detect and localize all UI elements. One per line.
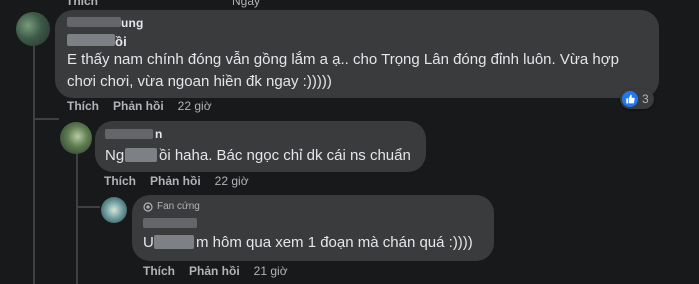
reply-link[interactable]: Phản hồi — [113, 99, 164, 113]
thread-line-branch-1 — [33, 118, 59, 120]
comment-time[interactable]: 22 giờ — [215, 174, 249, 188]
avatar[interactable] — [60, 122, 92, 154]
thread-line-main — [33, 46, 35, 284]
fan-badge-label: Fan cứng — [157, 201, 200, 212]
reaction-summary[interactable]: 3 — [620, 89, 654, 109]
comment-text-prefix: U — [143, 234, 154, 251]
thread-line-branch-2 — [76, 206, 100, 208]
like-link[interactable]: Thích — [67, 99, 99, 113]
comment-bubble: n Ng ồi haha. Bác ngọc chỉ dk cái ns chu… — [95, 121, 426, 172]
prev-actions-row: Thích Ngày — [66, 0, 260, 8]
avatar[interactable] — [16, 12, 50, 46]
comment-actions: Thích Phản hồi 21 giờ — [143, 264, 288, 278]
comment-actions: Thích Phản hồi 22 giờ — [67, 99, 212, 113]
comment-author[interactable]: n — [155, 127, 163, 141]
comment-author[interactable]: ung — [121, 16, 144, 30]
thread-line-sub — [76, 152, 78, 284]
thumbs-up-icon — [622, 91, 638, 107]
avatar[interactable] — [101, 197, 127, 223]
comment-text-line2: chơi chơi, vừa ngoan hiền đk ngay :))))) — [67, 73, 332, 90]
fan-badge-icon — [143, 201, 153, 212]
comment-text: ồi haha. Bác ngọc chỉ dk cái ns chuẩn — [159, 147, 411, 164]
prev-time: Ngày — [232, 0, 261, 8]
like-link[interactable]: Thích — [104, 174, 136, 188]
reaction-count: 3 — [642, 92, 649, 106]
comment-bubble: ung ồi E thấy nam chính đóng vẫn gồng lắ… — [55, 10, 659, 98]
comment-time[interactable]: 22 giờ — [178, 99, 212, 113]
comment-bubble: Fan cứng U m hôm qua xem 1 đoạn mà chán … — [132, 195, 494, 261]
comment-text-prefix: Ng — [105, 147, 125, 164]
comment-text: m hôm qua xem 1 đoạn mà chán quá :)))) — [196, 234, 473, 251]
comment-actions: Thích Phản hồi 22 giờ — [104, 174, 249, 188]
comment-text: E thấy nam chính đóng vẫn gồng lắm a ạ..… — [67, 51, 619, 68]
fan-badge: Fan cứng — [143, 201, 200, 212]
reply-link[interactable]: Phản hồi — [189, 264, 240, 278]
comment-author-line2: ồi — [115, 34, 127, 49]
prev-like-link[interactable]: Thích — [66, 0, 98, 8]
comment-time[interactable]: 21 giờ — [254, 264, 288, 278]
like-link[interactable]: Thích — [143, 264, 175, 278]
reply-link[interactable]: Phản hồi — [150, 174, 201, 188]
